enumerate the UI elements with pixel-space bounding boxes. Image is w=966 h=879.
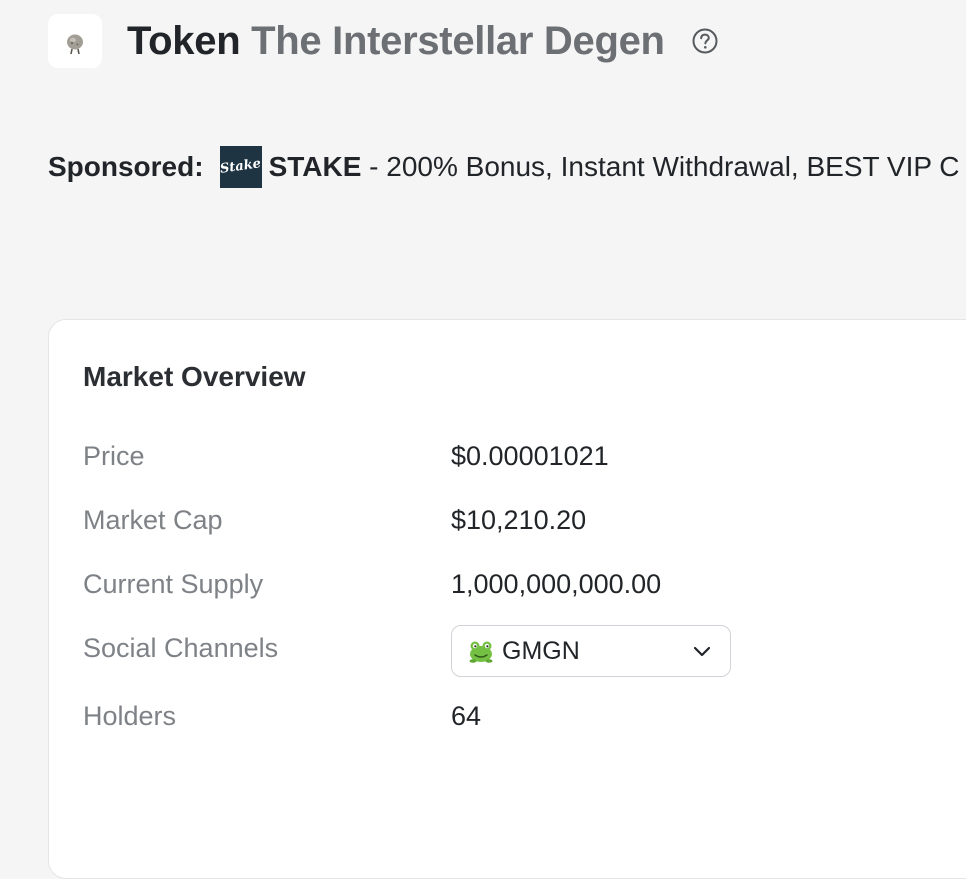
page-title: Token The Interstellar Degen xyxy=(127,14,665,68)
token-avatar xyxy=(48,14,102,68)
token-name: The Interstellar Degen xyxy=(251,19,665,63)
chevron-down-icon xyxy=(690,639,714,663)
holders-label: Holders xyxy=(83,701,177,731)
price-value: $0.00001021 xyxy=(451,441,609,471)
price-label: Price xyxy=(83,441,145,471)
title-prefix: Token xyxy=(127,19,241,63)
sponsor-text[interactable]: - 200% Bonus, Instant Withdrawal, BEST V… xyxy=(361,146,959,188)
question-circle-icon[interactable] xyxy=(691,27,719,55)
page-header: Token The Interstellar Degen xyxy=(48,14,719,68)
market-cap-label: Market Cap xyxy=(83,505,223,535)
sponsored-banner[interactable]: Sponsored: Stake STAKE - 200% Bonus, Ins… xyxy=(48,146,960,188)
current-supply-value: 1,000,000,000.00 xyxy=(451,569,662,599)
rocky-creature-icon xyxy=(67,34,83,55)
stake-logo: Stake xyxy=(219,146,262,188)
current-supply-label: Current Supply xyxy=(83,569,264,599)
sponsored-label: Sponsored: xyxy=(48,151,204,182)
social-channels-label: Social Channels xyxy=(83,633,279,663)
market-cap-value: $10,210.20 xyxy=(451,505,587,535)
sponsor-name[interactable]: STAKE xyxy=(269,146,362,188)
market-overview-card: Market Overview Price $0.00001021 Market… xyxy=(48,319,966,879)
market-overview-title: Market Overview xyxy=(83,361,306,392)
stake-logo-text: Stake xyxy=(219,156,262,177)
social-channels-selected: GMGN xyxy=(502,636,580,665)
social-channels-dropdown[interactable]: GMGN xyxy=(451,625,731,677)
frog-icon xyxy=(466,636,496,666)
holders-value: 64 xyxy=(451,701,482,731)
